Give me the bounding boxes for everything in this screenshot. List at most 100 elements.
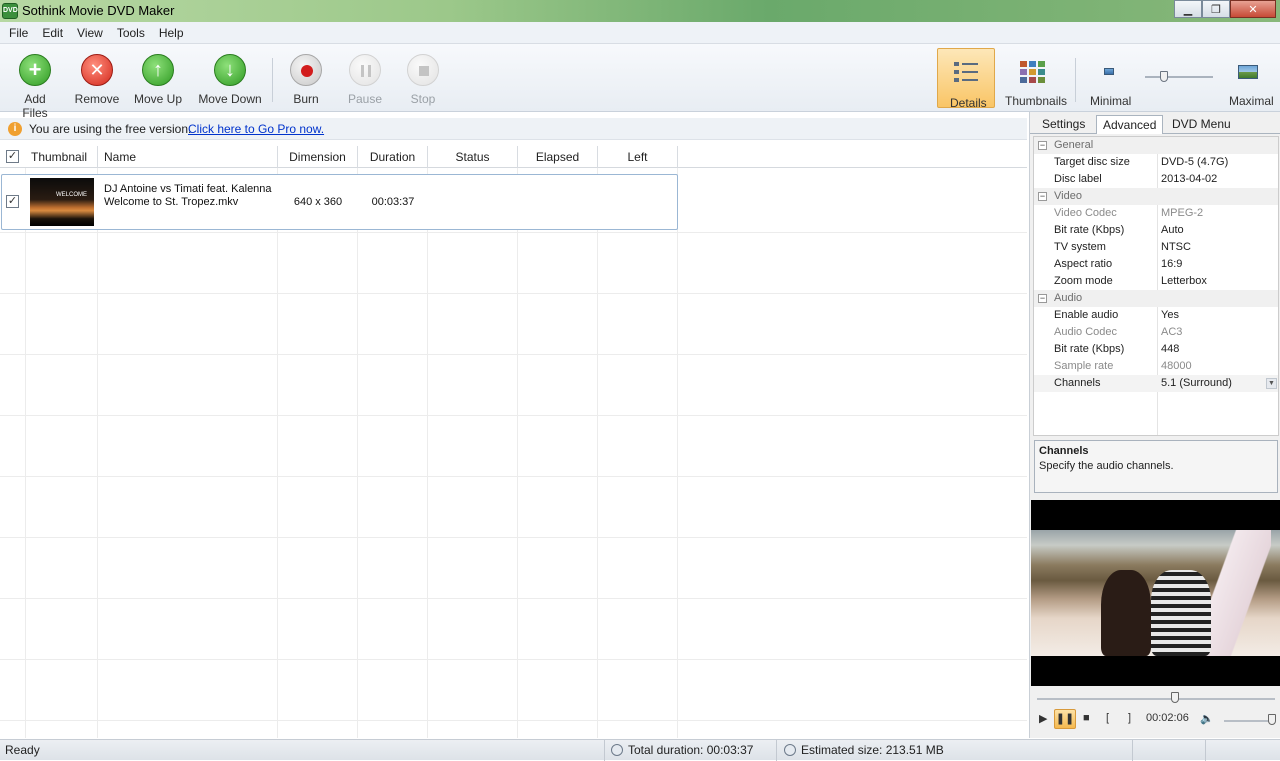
minimal-size-button[interactable]: Minimal (1088, 60, 1134, 110)
volume-icon[interactable]: 🔈 (1200, 712, 1214, 725)
maximal-size-button[interactable]: Maximal (1226, 60, 1276, 110)
file-duration: 00:03:37 (371, 196, 415, 208)
record-icon (290, 54, 322, 86)
property-sample-rate: Sample rate 48000 (1054, 360, 1192, 372)
property-video-bitrate[interactable]: Bit rate (Kbps) Auto (1034, 222, 1278, 239)
mark-out-button[interactable]: ] (1128, 712, 1131, 724)
add-files-button[interactable]: + Add Files (10, 54, 60, 120)
total-duration-section: Total duration: 00:03:37 (604, 740, 776, 761)
clock-icon (611, 744, 623, 756)
grid-line (427, 168, 428, 738)
column-name[interactable]: Name (98, 146, 278, 168)
menu-edit[interactable]: Edit (35, 22, 70, 43)
column-status[interactable]: Status (428, 146, 518, 168)
thumbnail-size-slider-thumb[interactable] (1160, 71, 1168, 82)
move-down-button[interactable]: ↓ Move Down (197, 54, 263, 106)
disc-icon (784, 744, 796, 756)
volume-slider-thumb[interactable] (1268, 714, 1276, 725)
remove-button[interactable]: ✕ Remove (74, 54, 120, 106)
title-bar: DVD Sothink Movie DVD Maker ▁ ❐ ✕ (0, 0, 1280, 22)
tab-settings[interactable]: Settings (1036, 115, 1091, 134)
property-tv-system[interactable]: TV system NTSC (1034, 239, 1278, 256)
menu-view[interactable]: View (70, 22, 110, 43)
grid-line (357, 168, 358, 738)
pause-playback-button[interactable]: ❚❚ (1054, 709, 1076, 729)
video-preview (1031, 500, 1280, 686)
grid-line (0, 720, 1027, 721)
column-elapsed[interactable]: Elapsed (518, 146, 598, 168)
status-ready: Ready (5, 743, 40, 757)
grid-line (277, 168, 278, 738)
close-button[interactable]: ✕ (1230, 0, 1276, 18)
grid-line (0, 293, 1027, 294)
grid-line (0, 354, 1027, 355)
menu-help[interactable]: Help (152, 22, 191, 43)
grid-line (0, 598, 1027, 599)
stop-playback-button[interactable]: ■ (1083, 712, 1090, 724)
property-aspect-ratio[interactable]: Aspect ratio 16:9 (1034, 256, 1278, 273)
file-list: ✓ Thumbnail Name Dimension Duration Stat… (0, 146, 1027, 738)
column-thumbnail[interactable]: Thumbnail (25, 146, 98, 168)
status-separator (1205, 740, 1206, 761)
toolbar-separator (272, 58, 273, 102)
grid-line (677, 168, 678, 738)
category-audio[interactable]: − Audio (1034, 290, 1278, 307)
play-button[interactable]: ▶ (1039, 712, 1047, 725)
free-version-message: You are using the free version. (29, 122, 192, 136)
video-thumbnail: WELCOME (30, 178, 94, 226)
collapse-icon: − (1038, 191, 1047, 201)
estimated-size-section: Estimated size: 213.51 MB (776, 740, 956, 761)
thumbnails-grid-icon (1020, 61, 1045, 83)
status-separator (1132, 740, 1133, 761)
minimize-button[interactable]: ▁ (1174, 0, 1202, 18)
select-all-checkbox[interactable]: ✓ (6, 150, 19, 163)
property-audio-codec: Audio Codec AC3 (1054, 326, 1183, 338)
details-view-button[interactable]: Details (937, 48, 995, 110)
stop-button[interactable]: Stop (403, 54, 443, 106)
stop-icon (407, 54, 439, 86)
column-dimension[interactable]: Dimension (278, 146, 358, 168)
collapse-icon: − (1038, 140, 1047, 150)
info-icon: i (8, 122, 22, 136)
volume-slider[interactable] (1224, 720, 1274, 722)
category-video[interactable]: − Video (1034, 188, 1278, 205)
toolbar-separator (1075, 58, 1076, 102)
menu-file[interactable]: File (2, 22, 35, 43)
burn-button[interactable]: Burn (286, 54, 326, 106)
column-left[interactable]: Left (598, 146, 678, 168)
grid-line (0, 415, 1027, 416)
free-version-banner: i You are using the free version. Click … (0, 118, 1027, 140)
menu-tools[interactable]: Tools (110, 22, 152, 43)
property-target-disc-size[interactable]: Target disc size DVD-5 (4.7G) (1034, 154, 1278, 171)
small-image-icon (1104, 68, 1114, 75)
grid-line (0, 232, 1027, 233)
large-image-icon (1238, 65, 1258, 79)
property-channels[interactable]: Channels 5.1 (Surround) ▼ (1034, 375, 1278, 392)
tab-advanced[interactable]: Advanced (1096, 115, 1164, 134)
pause-button[interactable]: Pause (345, 54, 385, 106)
move-up-button[interactable]: ↑ Move Up (133, 54, 183, 106)
mark-in-button[interactable]: [ (1106, 712, 1109, 724)
dropdown-arrow-icon[interactable]: ▼ (1266, 378, 1277, 389)
toolbar: + Add Files ✕ Remove ↑ Move Up ↓ Move Do… (0, 44, 1280, 120)
category-general[interactable]: − General (1034, 137, 1278, 154)
property-audio-bitrate[interactable]: Bit rate (Kbps) 448 (1034, 341, 1278, 358)
properties-panel: Settings Advanced DVD Menu − General Targ… (1029, 112, 1280, 738)
property-enable-audio[interactable]: Enable audio Yes (1034, 307, 1278, 324)
file-list-header: ✓ Thumbnail Name Dimension Duration Stat… (0, 146, 1027, 168)
column-duration[interactable]: Duration (358, 146, 428, 168)
thumbnail-size-slider[interactable] (1145, 76, 1213, 78)
go-pro-link[interactable]: Click here to Go Pro now. (188, 122, 324, 136)
row-checkbox[interactable]: ✓ (6, 195, 19, 208)
seek-bar[interactable] (1037, 698, 1275, 700)
thumbnails-view-button[interactable]: Thumbnails (1003, 54, 1067, 114)
collapse-icon: − (1038, 293, 1047, 303)
window-title: Sothink Movie DVD Maker (22, 3, 175, 18)
maximize-button[interactable]: ❐ (1202, 0, 1230, 18)
description-text: Specify the audio channels. (1039, 460, 1174, 472)
seek-bar-thumb[interactable] (1171, 692, 1179, 703)
property-disc-label[interactable]: Disc label 2013-04-02 (1034, 171, 1278, 188)
property-grid: − General Target disc size DVD-5 (4.7G) Di… (1033, 136, 1279, 436)
tab-dvd-menu[interactable]: DVD Menu (1166, 115, 1237, 134)
property-zoom-mode[interactable]: Zoom mode Letterbox (1034, 273, 1278, 290)
